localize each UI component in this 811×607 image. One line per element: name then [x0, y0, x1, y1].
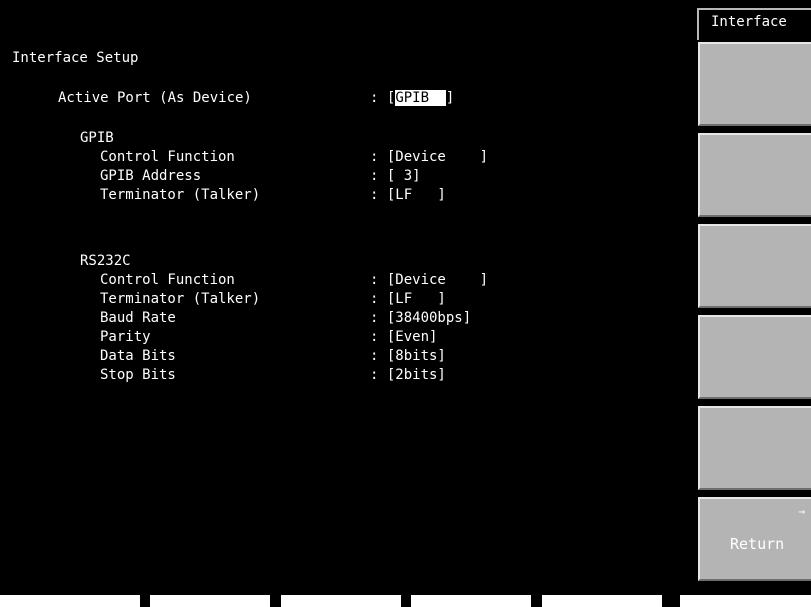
- gpib-control-function-label: Control Function: [100, 149, 235, 165]
- active-port-close-bracket: ]: [445, 90, 455, 106]
- rs232c-baud-rate-label: Baud Rate: [100, 310, 176, 326]
- gpib-address-label: GPIB Address: [100, 168, 202, 184]
- instrument-screen: Interface Setup Active Port (As Device) …: [0, 0, 811, 607]
- page-title: Interface Setup: [12, 50, 139, 66]
- gpib-address-value[interactable]: : [ 3]: [370, 169, 421, 183]
- function-key-1[interactable]: [0, 595, 140, 607]
- rs232c-stop-bits-value[interactable]: : [2bits]: [370, 368, 446, 382]
- rs232c-stop-bits-label: Stop Bits: [100, 367, 176, 383]
- function-key-2[interactable]: [150, 595, 270, 607]
- rs232c-data-bits-value[interactable]: : [8bits]: [370, 349, 446, 363]
- function-key-3[interactable]: [281, 595, 401, 607]
- arrow-right-icon: →: [798, 505, 805, 518]
- gpib-control-function-value[interactable]: : [Device ]: [370, 150, 488, 164]
- rs232c-control-function-label: Control Function: [100, 272, 235, 288]
- softkey-5[interactable]: [698, 406, 811, 490]
- return-label: Return: [730, 535, 785, 553]
- rs232c-terminator-label: Terminator (Talker): [100, 291, 261, 307]
- interface-setup-panel: Interface Setup Active Port (As Device) …: [0, 0, 697, 590]
- rs232c-heading: RS232C: [80, 253, 131, 269]
- softkey-3[interactable]: [698, 224, 811, 308]
- return-softkey[interactable]: → Return: [698, 497, 811, 581]
- rs232c-data-bits-label: Data Bits: [100, 348, 176, 364]
- function-key-5[interactable]: [542, 595, 662, 607]
- softkey-4[interactable]: [698, 315, 811, 399]
- softkey-2[interactable]: [698, 133, 811, 217]
- active-port-value[interactable]: GPIB: [395, 90, 446, 106]
- gpib-terminator-value[interactable]: : [LF ]: [370, 188, 446, 202]
- active-port-label: Active Port (As Device): [58, 90, 252, 106]
- rs232c-parity-value[interactable]: : [Even]: [370, 330, 437, 344]
- gpib-heading: GPIB: [80, 130, 114, 146]
- rs232c-baud-rate-value[interactable]: : [38400bps]: [370, 311, 471, 325]
- active-port-field[interactable]: : [GPIB ]: [370, 90, 455, 106]
- softkey-1[interactable]: [698, 42, 811, 126]
- function-key-6[interactable]: [680, 595, 811, 607]
- rs232c-terminator-value[interactable]: : [LF ]: [370, 292, 446, 306]
- softkey-menu-title: Interface: [697, 8, 811, 40]
- active-port-separator: :: [370, 90, 379, 106]
- gpib-terminator-label: Terminator (Talker): [100, 187, 261, 203]
- function-key-4[interactable]: [411, 595, 531, 607]
- rs232c-control-function-value[interactable]: : [Device ]: [370, 273, 488, 287]
- rs232c-parity-label: Parity: [100, 329, 151, 345]
